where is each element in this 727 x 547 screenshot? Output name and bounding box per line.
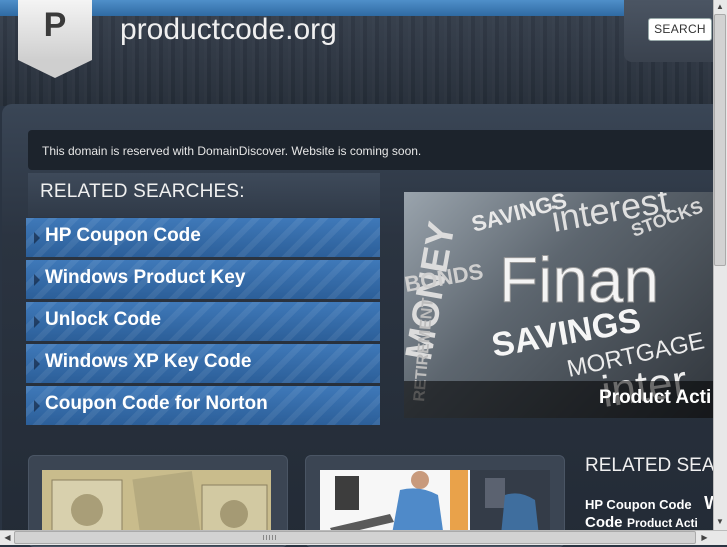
scroll-left-arrow-icon[interactable]: ◀: [1, 531, 14, 544]
related-link-label[interactable]: Windows Product Key: [45, 267, 245, 289]
related-link-secondary[interactable]: Code: [585, 514, 623, 531]
horizontal-scroll-thumb[interactable]: [14, 531, 696, 544]
related-link-label[interactable]: Coupon Code for Norton: [45, 393, 268, 415]
related-link-label[interactable]: Windows XP Key Code: [45, 351, 251, 373]
related-searches-secondary-list: HP Coupon Code Wi Code Product Acti: [585, 493, 727, 532]
related-link-windows-xp-key-code[interactable]: Windows XP Key Code: [26, 344, 380, 383]
scroll-down-arrow-icon[interactable]: ▼: [714, 516, 726, 528]
hero-caption[interactable]: Product Acti: [599, 387, 711, 409]
related-link-secondary[interactable]: HP Coupon Code: [585, 497, 692, 512]
related-link-label[interactable]: Unlock Code: [45, 309, 161, 331]
related-searches-title-secondary: RELATED SEAR: [585, 455, 727, 476]
site-title[interactable]: productcode.org: [120, 13, 337, 47]
related-link-windows-product-key[interactable]: Windows Product Key: [26, 260, 380, 299]
logo-point: [18, 60, 92, 78]
related-link-secondary[interactable]: Product Acti: [627, 516, 698, 530]
search-button[interactable]: SEARCH: [648, 18, 712, 41]
scroll-grip-icon: [263, 535, 277, 540]
header: [0, 16, 727, 106]
vertical-scroll-thumb[interactable]: [714, 14, 726, 266]
logo-letter: P: [43, 6, 67, 44]
related-link-label[interactable]: HP Coupon Code: [45, 225, 201, 247]
related-searches-title: RELATED SEARCHES:: [40, 181, 245, 202]
scroll-right-arrow-icon[interactable]: ▶: [698, 531, 711, 544]
related-searches-list: HP Coupon Code Windows Product Key Unloc…: [26, 218, 380, 428]
related-link-hp-coupon-code[interactable]: HP Coupon Code: [26, 218, 380, 257]
related-link-unlock-code[interactable]: Unlock Code: [26, 302, 380, 341]
related-link-coupon-code-norton[interactable]: Coupon Code for Norton: [26, 386, 380, 425]
top-bar: [0, 0, 727, 16]
notice-text: This domain is reserved with DomainDisco…: [42, 144, 422, 158]
scroll-up-arrow-icon[interactable]: ▲: [714, 1, 726, 13]
